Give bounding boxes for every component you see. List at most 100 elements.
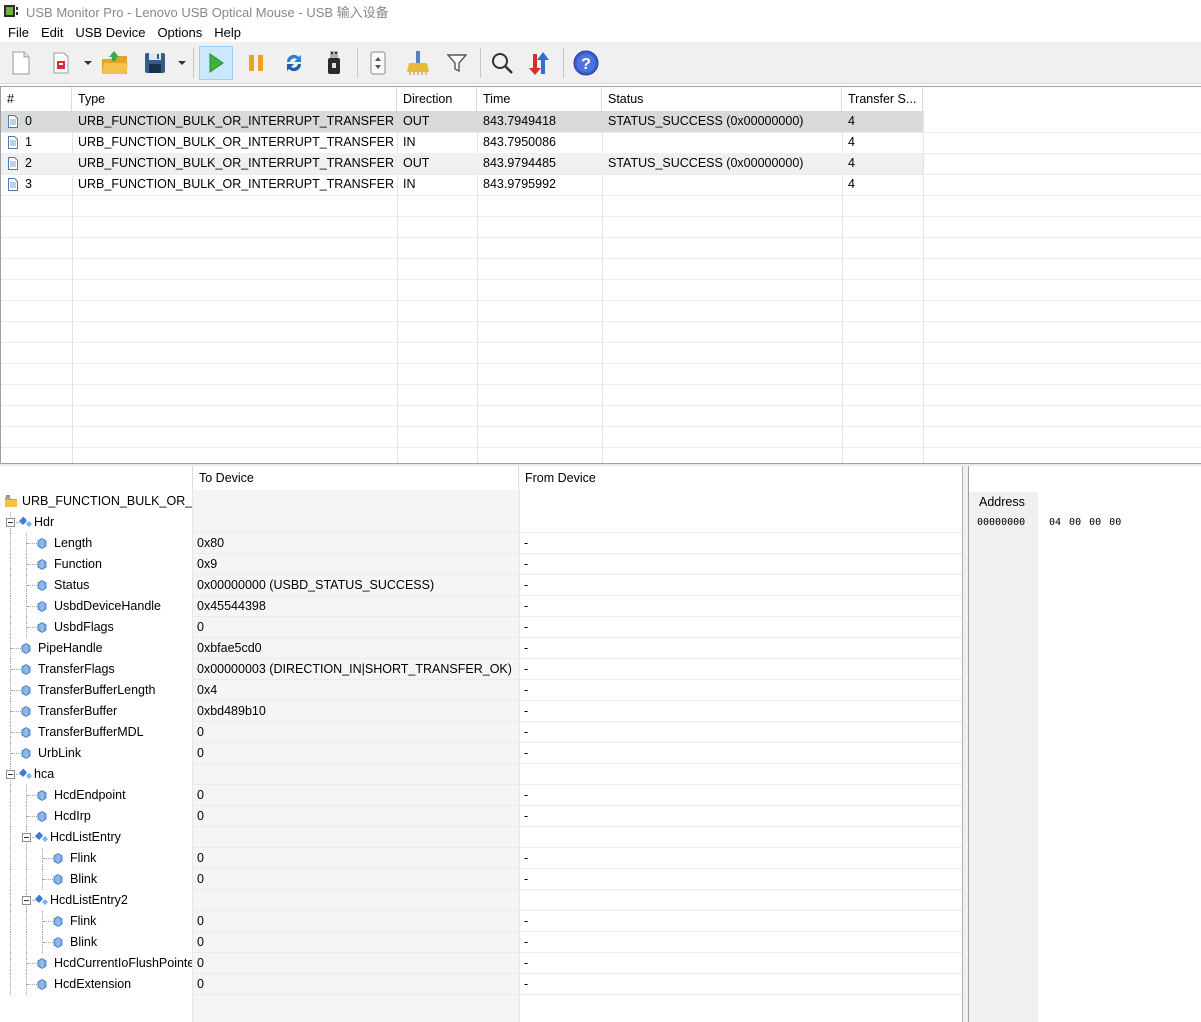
grid-header: # Type Direction Time Status Transfer S.… [1, 87, 1201, 111]
table-row[interactable]: 1 URB_FUNCTION_BULK_OR_INTERRUPT_TRANSFE… [1, 132, 923, 153]
col-header-status[interactable]: Status [602, 87, 842, 111]
tree-field-row[interactable]: Flink 0 - [0, 911, 962, 932]
tree-field-row[interactable]: UrbLink 0 - [0, 743, 962, 764]
svg-text:?: ? [581, 56, 591, 73]
sort-button[interactable] [523, 46, 557, 80]
tree-field-row[interactable]: Function 0x9 - [0, 554, 962, 575]
tree-field-row[interactable]: TransferBufferLength 0x4 - [0, 680, 962, 701]
start-capture-button[interactable] [199, 46, 233, 80]
tree-connector [10, 890, 11, 911]
record-button[interactable] [44, 46, 78, 80]
collapse-toggle-icon[interactable] [6, 770, 15, 779]
col-header-type[interactable]: Type [72, 87, 397, 111]
tree-to-device-value: 0 [197, 788, 204, 802]
tree-field-name: HcdIrp [54, 809, 91, 823]
col-header-direction[interactable]: Direction [397, 87, 477, 111]
cell-type: URB_FUNCTION_BULK_OR_INTERRUPT_TRANSFER [78, 114, 395, 128]
cell-direction: IN [403, 135, 416, 149]
tree-group-row[interactable]: Hdr [0, 512, 962, 533]
tree-connector [10, 554, 11, 575]
menu-file[interactable]: File [0, 25, 35, 40]
tree-field-name: HcdExtension [54, 977, 132, 991]
tree-connector [27, 963, 37, 964]
tree-field-row[interactable]: Flink 0 - [0, 848, 962, 869]
toolbar: ? [0, 42, 1201, 84]
hex-address-column [969, 492, 1038, 1022]
cell-number: 3 [25, 177, 32, 191]
tree-connector [26, 533, 27, 554]
tree-field-row[interactable]: HcdExtension 0 - [0, 974, 962, 995]
tree-from-device-value: - [524, 914, 529, 928]
cell-time: 843.9794485 [483, 156, 556, 170]
tree-field-row[interactable]: HcdEndpoint 0 - [0, 785, 962, 806]
tree-from-device-value: - [524, 956, 529, 970]
table-row[interactable]: 0 URB_FUNCTION_BULK_OR_INTERRUPT_TRANSFE… [1, 111, 923, 132]
new-session-button[interactable] [4, 46, 38, 80]
cell-type: URB_FUNCTION_BULK_OR_INTERRUPT_TRANSFER [78, 156, 395, 170]
tree-field-row[interactable]: TransferBuffer 0xbd489b10 - [0, 701, 962, 722]
tree-field-row[interactable]: Blink 0 - [0, 869, 962, 890]
collapse-toggle-icon[interactable] [6, 518, 15, 527]
grid-line [1, 447, 1201, 448]
menu-options[interactable]: Options [151, 25, 208, 40]
open-button[interactable] [98, 46, 132, 80]
field-gem-icon [21, 748, 31, 759]
search-button[interactable] [485, 46, 519, 80]
tree-connector [26, 848, 27, 869]
tree-connector [10, 701, 11, 722]
cell-number: 0 [25, 114, 32, 128]
tree-to-device-value: 0 [197, 872, 204, 886]
tree-group-row[interactable]: hca [0, 764, 962, 785]
tree-field-row[interactable]: TransferFlags 0x00000003 (DIRECTION_IN|SH… [0, 659, 962, 680]
tree-field-row[interactable]: HcdIrp 0 - [0, 806, 962, 827]
field-gem-icon [21, 643, 31, 654]
field-gem-icon [53, 937, 63, 948]
col-header-to-device[interactable]: To Device [192, 466, 519, 490]
tree-field-row[interactable]: Blink 0 - [0, 932, 962, 953]
grid-line [1, 300, 1201, 301]
tree-field-row[interactable]: UsbdFlags 0 - [0, 617, 962, 638]
help-button[interactable]: ? [569, 46, 603, 80]
usb-device-button[interactable] [317, 46, 351, 80]
session-properties-button[interactable] [361, 46, 395, 80]
tree-field-row[interactable]: TransferBufferMDL 0 - [0, 722, 962, 743]
tree-field-row[interactable]: Status 0x00000000 (USBD_STATUS_SUCCESS) - [0, 575, 962, 596]
filter-button[interactable] [440, 46, 474, 80]
menu-usb-device[interactable]: USB Device [69, 25, 151, 40]
menu-edit[interactable]: Edit [35, 25, 69, 40]
refresh-button[interactable] [277, 46, 311, 80]
tree-from-device-value: - [524, 872, 529, 886]
new-session-icon [12, 51, 30, 75]
tree-to-device-value: 0 [197, 809, 204, 823]
tree-from-device-value: - [524, 599, 529, 613]
tree-field-row[interactable]: HcdCurrentIoFlushPointer 0 - [0, 953, 962, 974]
field-gem-icon [37, 559, 47, 570]
tree-group-row[interactable]: HcdListEntry [0, 827, 962, 848]
tree-connector [26, 785, 27, 806]
tree-group-row[interactable]: HcdListEntry2 [0, 890, 962, 911]
col-header-time[interactable]: Time [477, 87, 602, 111]
tree-from-device-value: - [524, 704, 529, 718]
record-dropdown[interactable] [82, 46, 94, 80]
toolbar-separator [357, 48, 358, 78]
pause-capture-button[interactable] [239, 46, 273, 80]
tree-root-row[interactable]: URB_FUNCTION_BULK_OR_INTERRUPT_TRANSFER [0, 491, 962, 512]
collapse-toggle-icon[interactable] [22, 896, 31, 905]
table-row[interactable]: 2 URB_FUNCTION_BULK_OR_INTERRUPT_TRANSFE… [1, 153, 923, 174]
col-header-from-device[interactable]: From Device [519, 466, 962, 490]
col-header-number[interactable]: # [1, 87, 72, 111]
tree-to-device-value: 0x00000003 (DIRECTION_IN|SHORT_TRANSFER_… [197, 662, 512, 676]
clear-button[interactable] [401, 46, 435, 80]
save-disk-icon [145, 53, 165, 73]
col-header-transfer-size[interactable]: Transfer S... [842, 87, 923, 111]
tree-field-row[interactable]: Length 0x80 - [0, 533, 962, 554]
save-button[interactable] [138, 46, 172, 80]
tree-field-row[interactable]: UsbdDeviceHandle 0x45544398 - [0, 596, 962, 617]
table-row[interactable]: 3 URB_FUNCTION_BULK_OR_INTERRUPT_TRANSFE… [1, 174, 923, 195]
save-dropdown[interactable] [176, 46, 188, 80]
collapse-toggle-icon[interactable] [22, 833, 31, 842]
hex-bytes-value[interactable]: 04 00 00 00 [1049, 517, 1121, 528]
cell-time: 843.7949418 [483, 114, 556, 128]
tree-field-row[interactable]: PipeHandle 0xbfae5cd0 - [0, 638, 962, 659]
menu-help[interactable]: Help [208, 25, 247, 40]
